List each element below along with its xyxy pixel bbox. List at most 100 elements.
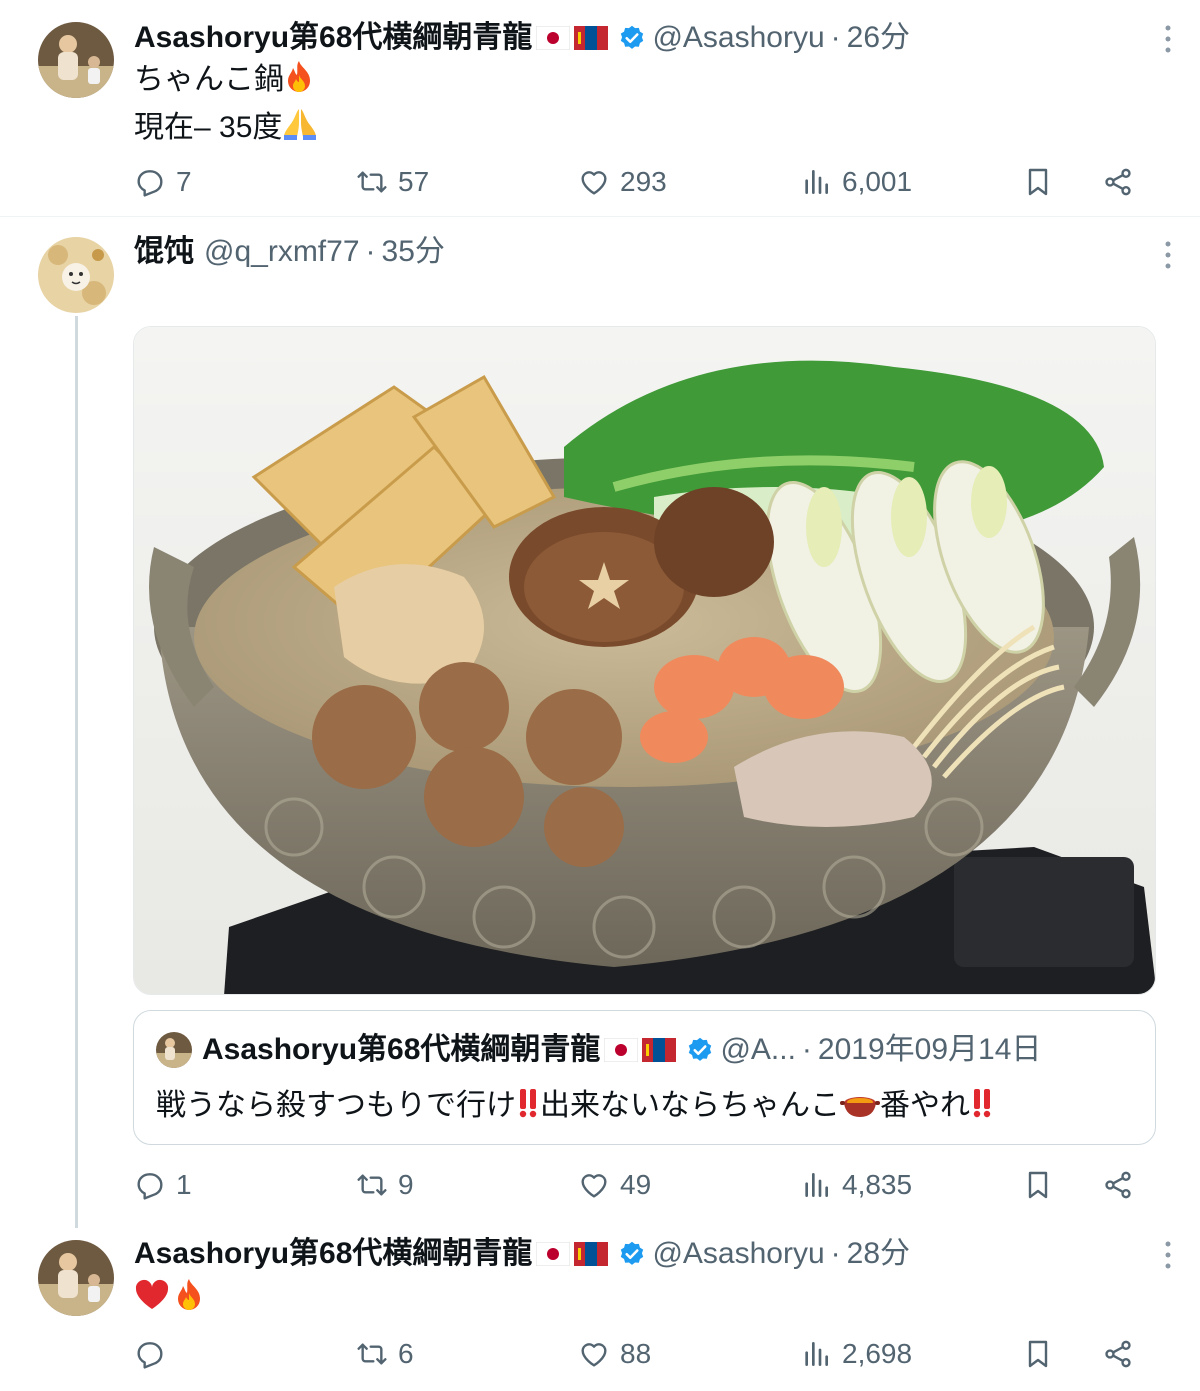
- user-handle[interactable]: @Asashoryu: [652, 19, 824, 57]
- like-count: 49: [620, 1169, 652, 1200]
- quoted-date: 2019年09月14日: [817, 1033, 1042, 1066]
- retweet-button[interactable]: 6: [356, 1334, 414, 1374]
- tweet-header: Asashoryu第68代横綱朝青龍 @Asashoryu · 26分: [134, 19, 910, 57]
- red-heart-emoji-icon: [134, 1279, 170, 1324]
- japan-flag-icon: [604, 1038, 639, 1062]
- user-handle[interactable]: @q_rxmf77: [204, 233, 360, 271]
- retweet-count: 57: [398, 166, 430, 197]
- more-options-icon[interactable]: [1164, 240, 1172, 270]
- reply-button[interactable]: 7: [134, 162, 192, 202]
- retweet-count: 9: [398, 1169, 414, 1200]
- double-exclamation-emoji-icon: [970, 1087, 994, 1130]
- separator-dot: ·: [830, 21, 841, 54]
- verified-badge-icon: [621, 1241, 644, 1265]
- quoted-tweet-text: 戦うなら殺すつもりで行け 出来ないならちゃんこ 番やれ: [156, 1086, 994, 1130]
- reply-count: 1: [176, 1169, 192, 1200]
- display-name[interactable]: Asashoryu第68代横綱朝青龍: [134, 1235, 532, 1273]
- mongolia-flag-icon: [574, 26, 609, 50]
- retweet-button[interactable]: 57: [356, 162, 429, 202]
- more-options-icon[interactable]: [1164, 1240, 1172, 1270]
- views-icon: [805, 170, 828, 194]
- share-icon: [1105, 1171, 1131, 1199]
- bookmark-button[interactable]: [1022, 1165, 1054, 1205]
- tweet-actions: 1 9 49 4,835: [134, 1165, 1144, 1205]
- separator-dot: ·: [801, 1033, 812, 1066]
- user-handle[interactable]: @Asashoryu: [652, 1235, 824, 1273]
- bookmark-icon: [1028, 1171, 1048, 1199]
- user-avatar[interactable]: [38, 22, 114, 98]
- retweet-icon: [357, 1343, 387, 1365]
- quoted-tweet-header: Asashoryu第68代横綱朝青龍 @A... · 2019年09月14日: [156, 1031, 1041, 1069]
- verified-badge-icon: [621, 25, 644, 49]
- like-count: 88: [620, 1338, 652, 1369]
- views-icon: [805, 1342, 828, 1366]
- share-icon: [1105, 1340, 1131, 1368]
- reply-count: 7: [176, 166, 192, 197]
- separator-dot: ·: [365, 235, 376, 268]
- retweet-icon: [357, 171, 387, 193]
- retweet-count: 6: [398, 1338, 414, 1369]
- views-button[interactable]: 2,698: [800, 1334, 912, 1374]
- reply-button[interactable]: 1: [134, 1165, 192, 1205]
- view-count: 6,001: [842, 166, 913, 197]
- tweet-photo[interactable]: [133, 326, 1156, 995]
- like-count: 293: [620, 166, 667, 197]
- like-button[interactable]: 293: [578, 162, 667, 202]
- timestamp[interactable]: 28分: [847, 1235, 910, 1273]
- tweet-actions: 6 88 2,698: [134, 1334, 1144, 1374]
- tweet-header: Asashoryu第68代横綱朝青龍 @Asashoryu · 28分: [134, 1235, 910, 1273]
- separator-dot: ·: [830, 1237, 841, 1270]
- tweet-text: ちゃんこ鍋 現在– 35度: [134, 58, 318, 154]
- tweet-header: 馄饨 @q_rxmf77 · 35分: [134, 233, 445, 271]
- timestamp[interactable]: 35分: [382, 233, 445, 271]
- folded-hands-emoji-icon: [282, 107, 318, 154]
- share-button[interactable]: [1102, 162, 1134, 202]
- thread-connector: [75, 316, 78, 1228]
- display-name[interactable]: 馄饨: [134, 233, 194, 271]
- timestamp[interactable]: 26分: [847, 19, 910, 57]
- view-count: 2,698: [842, 1338, 913, 1369]
- stew-pot-emoji-icon: [840, 1087, 880, 1130]
- reply-icon: [137, 1173, 163, 1200]
- share-icon: [1105, 168, 1131, 196]
- heart-icon: [581, 1174, 607, 1198]
- views-icon: [805, 1173, 828, 1197]
- views-button[interactable]: 6,001: [800, 162, 912, 202]
- like-button[interactable]: 49: [578, 1165, 651, 1205]
- like-button[interactable]: 88: [578, 1334, 651, 1374]
- bookmark-button[interactable]: [1022, 162, 1054, 202]
- tweet-text-line: 現在– 35度: [134, 106, 318, 154]
- mongolia-flag-icon: [642, 1038, 677, 1062]
- mongolia-flag-icon: [574, 1242, 609, 1266]
- quoted-user-avatar: [156, 1032, 192, 1068]
- bookmark-icon: [1028, 1340, 1048, 1368]
- tweet-text: [134, 1276, 204, 1324]
- reply-button[interactable]: [134, 1334, 176, 1374]
- tweet-1[interactable]: Asashoryu第68代横綱朝青龍 @Asashoryu · 26分 ちゃんこ…: [0, 0, 1200, 215]
- double-exclamation-emoji-icon: [516, 1087, 540, 1130]
- heart-icon: [581, 171, 607, 195]
- reply-icon: [137, 1342, 163, 1369]
- share-button[interactable]: [1102, 1165, 1134, 1205]
- tweet-text-line: ちゃんこ鍋: [134, 58, 318, 106]
- retweet-icon: [357, 1174, 387, 1196]
- quoted-tweet[interactable]: Asashoryu第68代横綱朝青龍 @A... · 2019年09月14日 戦…: [133, 1010, 1156, 1145]
- fire-emoji-icon: [174, 1277, 204, 1324]
- views-button[interactable]: 4,835: [800, 1165, 912, 1205]
- retweet-button[interactable]: 9: [356, 1165, 414, 1205]
- bookmark-icon: [1028, 168, 1048, 196]
- tweet-actions: 7 57 293 6,001: [134, 162, 1144, 202]
- bookmark-button[interactable]: [1022, 1334, 1054, 1374]
- tweet-3[interactable]: Asashoryu第68代横綱朝青龍 @Asashoryu · 28分 6 88…: [0, 1228, 1200, 1391]
- heart-icon: [581, 1343, 607, 1367]
- user-avatar[interactable]: [38, 1240, 114, 1316]
- more-options-icon[interactable]: [1164, 24, 1172, 54]
- japan-flag-icon: [536, 1242, 571, 1266]
- quoted-user-handle: @A...: [720, 1033, 796, 1066]
- reply-icon: [137, 170, 163, 197]
- user-avatar[interactable]: [38, 237, 114, 313]
- view-count: 4,835: [842, 1169, 913, 1200]
- quoted-display-name: Asashoryu第68代横綱朝青龍: [202, 1033, 601, 1066]
- share-button[interactable]: [1102, 1334, 1134, 1374]
- display-name[interactable]: Asashoryu第68代横綱朝青龍: [134, 19, 532, 57]
